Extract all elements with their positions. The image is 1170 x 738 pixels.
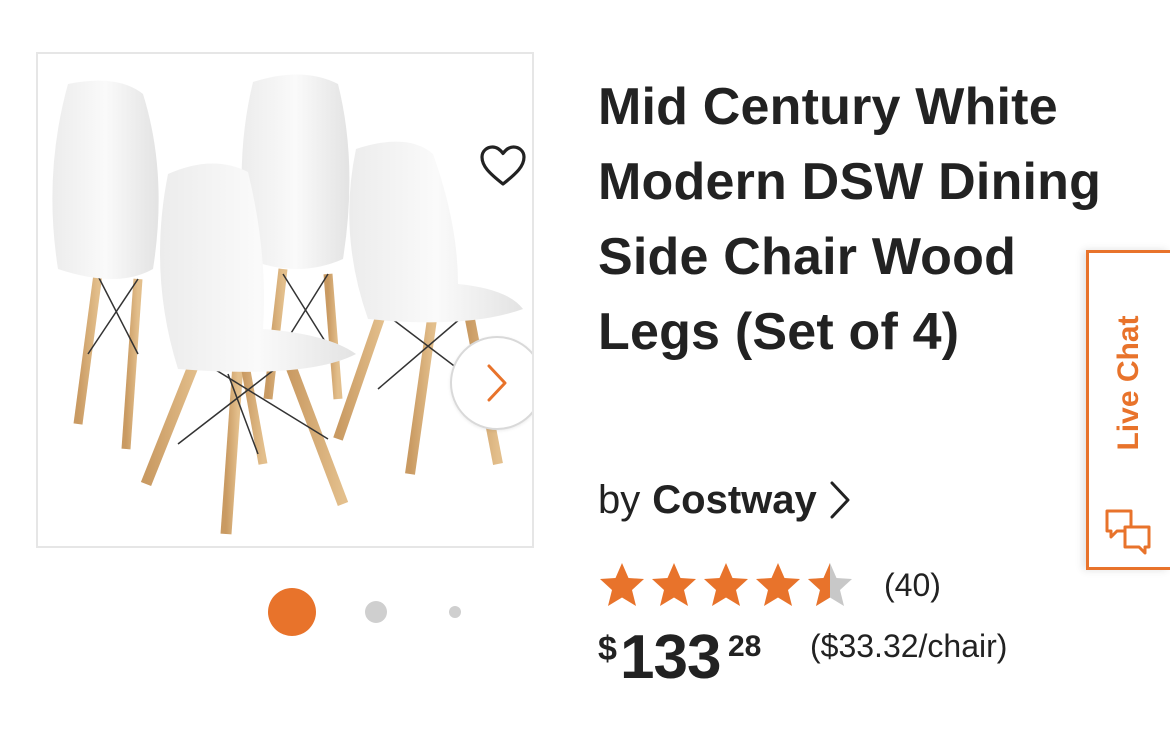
rating-summary[interactable]: (40) [598,560,941,610]
carousel-dot[interactable] [365,601,387,623]
brand-link[interactable]: Costway [652,478,817,523]
product-image[interactable] [38,54,532,546]
star-rating [598,561,858,609]
price-currency: $ [598,630,617,668]
unit-price: ($33.32/chair) [810,628,1008,664]
carousel-dot-active[interactable] [268,588,316,636]
product-image-gallery [36,52,534,548]
brand-row: by Costway [598,472,853,528]
product-title: Mid Century White Modern DSW Dining Side… [598,78,1102,361]
heart-outline-icon [480,145,526,186]
star-full-icon [704,563,748,606]
star-half-icon [808,563,852,606]
live-chat-label: Live Chat [1112,315,1145,451]
chevron-right-icon [487,364,507,402]
price-cents: 28 [728,630,762,663]
star-full-icon [600,563,644,606]
carousel-dot[interactable] [449,606,461,618]
brand-prefix: by [598,477,641,522]
favorite-button[interactable] [471,134,532,198]
live-chat-button[interactable]: Live Chat [1086,250,1170,570]
chat-bubbles-icon [1105,509,1151,555]
chevron-right-icon[interactable] [827,478,853,522]
star-full-icon [652,563,696,606]
next-image-button[interactable] [450,336,532,430]
rating-count[interactable]: (40) [884,567,941,604]
price-dollars: 133 [620,623,721,692]
image-carousel-indicators [268,586,468,638]
star-full-icon [756,563,800,606]
